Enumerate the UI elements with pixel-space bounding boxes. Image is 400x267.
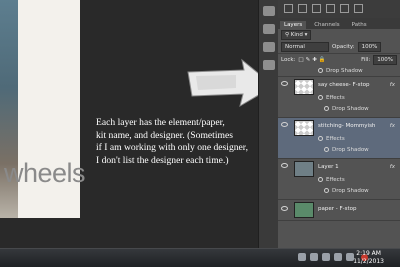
tray-icon-3[interactable] [322,253,330,261]
layer-thumbnail [294,79,314,95]
layer-name: Layer 1 [318,164,339,170]
lock-row: Lock: □✎✚🔒 Fill: 100% [278,53,400,66]
opacity-input[interactable]: 100% [357,42,382,52]
layer-thumbnail [294,202,314,218]
visibility-eye-icon[interactable] [281,206,288,211]
panel-dock-strip [258,0,279,248]
opacity-label: Opacity: [332,44,355,50]
filter-row: ⚲ Kind ▾ [278,29,400,41]
layer-1[interactable]: Layer 1 fx Effects Drop Shadow [278,159,400,200]
layer-name: stitching- Mommyish [318,123,376,129]
layer-thumbnail [294,161,314,177]
system-clock[interactable]: 2:19 AM 11/2/2013 [353,250,384,266]
visibility-eye-icon[interactable] [281,81,288,86]
layers-panel: Layers Channels Paths ⚲ Kind ▾ Normal Op… [278,0,400,248]
tab-channels[interactable]: Channels [310,21,343,29]
lock-label: Lock: [281,57,296,63]
panel-icon-6[interactable] [354,4,363,13]
panel-icon-2[interactable] [298,4,307,13]
layer-effect-row[interactable]: Drop Shadow [278,66,400,77]
panel-tabs: Layers Channels Paths [278,18,400,29]
note-line: I don't list the designer each time.) [96,154,229,166]
annotation-note: Each layer has the element/paper, kit na… [96,117,271,167]
tray-icon-1[interactable] [298,253,306,261]
history-icon[interactable] [263,6,275,16]
swatches-icon[interactable] [263,60,275,70]
clock-time: 2:19 AM [356,250,381,257]
panel-icon-3[interactable] [312,4,321,13]
layer-name: say cheese- F-stop [318,82,370,88]
volume-icon[interactable] [334,253,342,261]
effects-label: Effects [318,177,345,183]
fill-input[interactable]: 100% [373,55,397,65]
tray-icon-2[interactable] [310,253,318,261]
blend-mode-select[interactable]: Normal [281,42,329,52]
note-line: if I am working with only one designer, [96,142,249,154]
effect-drop-shadow: Drop Shadow [324,188,369,194]
tab-layers[interactable]: Layers [280,21,307,29]
note-line: Each layer has the element/paper, [96,117,225,128]
actions-icon[interactable] [263,24,275,34]
panel-icon-1[interactable] [284,4,293,13]
fx-icon[interactable]: fx [390,164,395,170]
visibility-eye-icon[interactable] [281,163,288,168]
fill-label: Fill: [361,57,371,63]
note-line: kit name, and designer. (Sometimes [96,129,233,141]
effect-drop-shadow: Drop Shadow [318,68,363,74]
panel-top-icons [278,0,400,18]
panel-icon-4[interactable] [326,4,335,13]
effect-drop-shadow: Drop Shadow [324,106,369,112]
layer-say-cheese[interactable]: say cheese- F-stop fx Effects Drop Shado… [278,77,400,118]
kind-filter-select[interactable]: ⚲ Kind ▾ [281,30,312,40]
properties-icon[interactable] [263,42,275,52]
fx-icon[interactable]: fx [390,82,395,88]
photo-title-word: wheels [4,158,86,188]
kind-label: Kind [290,32,303,38]
clock-date: 11/2/2013 [353,258,384,265]
layer-name: paper - F-stop [318,206,357,212]
document-canvas[interactable]: wheels Each layer has the element/paper,… [0,0,275,248]
fx-icon[interactable]: fx [390,123,395,129]
panel-icon-5[interactable] [340,4,349,13]
lock-icons[interactable]: □✎✚🔒 [298,57,327,63]
effects-label: Effects [318,95,345,101]
tab-paths[interactable]: Paths [348,21,371,29]
effects-label: Effects [318,136,345,142]
layer-stitching[interactable]: stitching- Mommyish fx Effects Drop Shad… [278,118,400,159]
layer-thumbnail [294,120,314,136]
taskbar: 2:19 AM 11/2/2013 [0,248,400,267]
blend-row: Normal Opacity: 100% [278,41,400,53]
layer-paper[interactable]: paper - F-stop [278,200,400,221]
effect-drop-shadow: Drop Shadow [324,147,369,153]
layout-photo: wheels [0,0,86,218]
visibility-eye-icon[interactable] [281,122,288,127]
